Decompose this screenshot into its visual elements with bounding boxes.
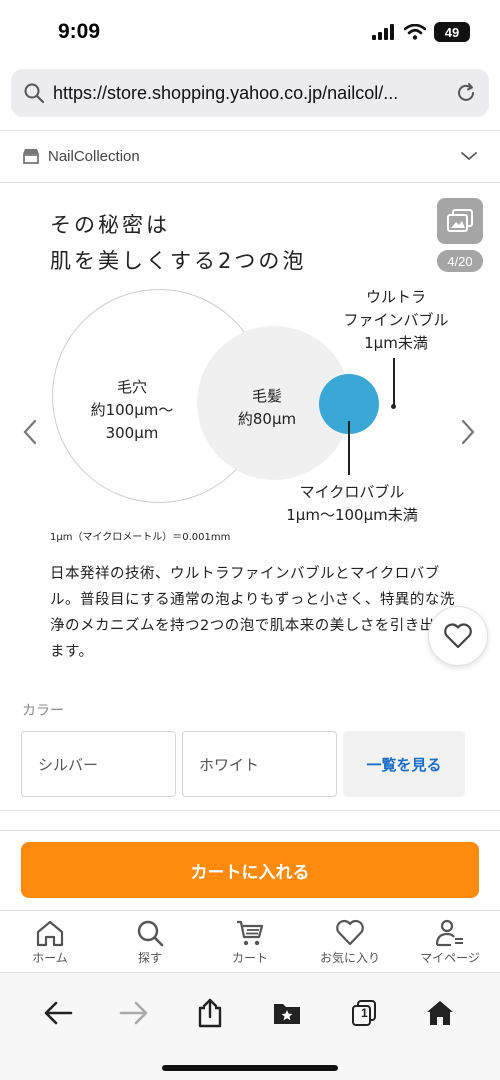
chevron-right-icon	[461, 419, 475, 445]
microbubble-line-1: マイクロバブル	[299, 483, 405, 501]
color-label: カラー	[22, 702, 64, 718]
color-option-white[interactable]: ホワイト	[182, 731, 337, 797]
heart-icon	[444, 623, 472, 649]
pore-label: 毛穴 約100μm〜 300μm	[82, 376, 182, 445]
tab-favorites[interactable]: お気に入り	[300, 911, 400, 972]
tab-home[interactable]: ホーム	[0, 911, 100, 972]
address-bar[interactable]: https://store.shopping.yahoo.co.jp/nailc…	[11, 69, 489, 117]
cart-icon	[237, 920, 264, 946]
headline-line-1: その秘密は	[50, 213, 170, 237]
add-to-cart-button[interactable]: カートに入れる	[21, 842, 479, 898]
image-counter: 4/20	[437, 250, 483, 272]
pore-size-line-2: 300μm	[105, 424, 159, 442]
headline-line-2: 肌を美しくする2つの泡	[50, 249, 307, 273]
ultrafine-line-2: ファインバブル	[343, 311, 449, 329]
home-icon	[36, 920, 64, 947]
favorite-button[interactable]	[428, 606, 488, 666]
home-icon	[427, 1001, 453, 1025]
hair-label-text: 毛髪	[251, 387, 282, 405]
search-icon	[137, 920, 164, 947]
divider	[0, 830, 500, 831]
search-icon	[24, 83, 45, 104]
chevron-left-icon	[23, 419, 37, 445]
view-all-colors-button[interactable]: 一覧を見る	[343, 731, 465, 797]
signal-icon	[372, 24, 394, 40]
ultrafine-line-3: 1μm未満	[364, 334, 428, 352]
tab-count: 1	[361, 1006, 368, 1020]
tab-label: ホーム	[32, 951, 68, 965]
image-stack-icon	[447, 209, 473, 232]
wifi-icon	[404, 24, 426, 40]
tab-label: 探す	[137, 951, 162, 965]
bookmarks-button[interactable]	[267, 993, 307, 1033]
status-time: 9:09	[58, 20, 101, 43]
tab-label: マイページ	[420, 951, 480, 965]
pore-size-line-1: 約100μm〜	[90, 401, 174, 419]
tabs-button[interactable]: 1	[344, 993, 384, 1033]
browser-toolbar: 1	[0, 972, 500, 1080]
user-icon	[435, 919, 463, 947]
divider	[0, 810, 500, 811]
ultrafine-bubble-label: ウルトラ ファインバブル 1μm未満	[332, 286, 460, 355]
microbubble-callout-line	[348, 421, 350, 475]
microbubble-label: マイクロバブル 1μm〜100μm未満	[272, 481, 432, 527]
tab-search[interactable]: 探す	[100, 911, 200, 972]
arrow-left-icon	[44, 1001, 73, 1025]
tab-label: カート	[231, 951, 268, 965]
share-button[interactable]	[190, 993, 230, 1033]
ultrafine-line-1: ウルトラ	[365, 288, 426, 306]
hair-size-text: 約80μm	[237, 410, 297, 428]
url-text[interactable]: https://store.shopping.yahoo.co.jp/nailc…	[53, 83, 455, 104]
unit-footnote: 1μm（マイクロメートル）＝0.001mm	[50, 532, 231, 543]
chevron-down-icon[interactable]	[460, 150, 478, 162]
share-icon	[198, 998, 222, 1028]
store-icon	[23, 149, 39, 164]
tab-label: お気に入り	[319, 951, 380, 965]
tab-cart[interactable]: カート	[200, 911, 300, 972]
product-description: 日本発祥の技術、ウルトラファインバブルとマイクロバブル。普段目にする通常の泡より…	[50, 566, 455, 660]
bottom-tab-bar: ホーム 探す カート お気に入り マイページ	[0, 910, 500, 972]
battery-indicator: 49	[434, 22, 470, 42]
back-button[interactable]	[38, 993, 78, 1033]
store-name[interactable]: NailCollection	[48, 148, 460, 165]
status-icons: 49	[372, 22, 470, 42]
product-image-gallery[interactable]: その秘密は 肌を美しくする2つの泡 4/20 毛穴 約100μm〜 300μm …	[0, 183, 500, 683]
home-indicator	[162, 1065, 338, 1071]
bookmark-folder-icon	[274, 1004, 300, 1024]
status-bar: 9:09 49	[0, 0, 500, 64]
ultrafine-callout-dot	[391, 404, 396, 409]
microbubble-line-2: 1μm〜100μm未満	[286, 506, 418, 524]
tab-mypage[interactable]: マイページ	[400, 911, 500, 972]
reload-icon[interactable]	[455, 82, 477, 104]
store-header[interactable]: NailCollection	[0, 131, 500, 181]
gallery-next-button[interactable]	[456, 417, 480, 447]
gallery-view-button[interactable]	[437, 198, 483, 244]
color-option-silver[interactable]: シルバー	[21, 731, 176, 797]
heart-icon	[336, 919, 364, 946]
forward-button[interactable]	[114, 993, 154, 1033]
pore-label-text: 毛穴	[116, 378, 147, 396]
gallery-prev-button[interactable]	[18, 417, 42, 447]
home-button[interactable]	[420, 993, 460, 1033]
arrow-right-icon	[119, 1001, 148, 1025]
hair-label: 毛髪 約80μm	[222, 385, 312, 431]
ultrafine-callout-line	[393, 358, 395, 406]
